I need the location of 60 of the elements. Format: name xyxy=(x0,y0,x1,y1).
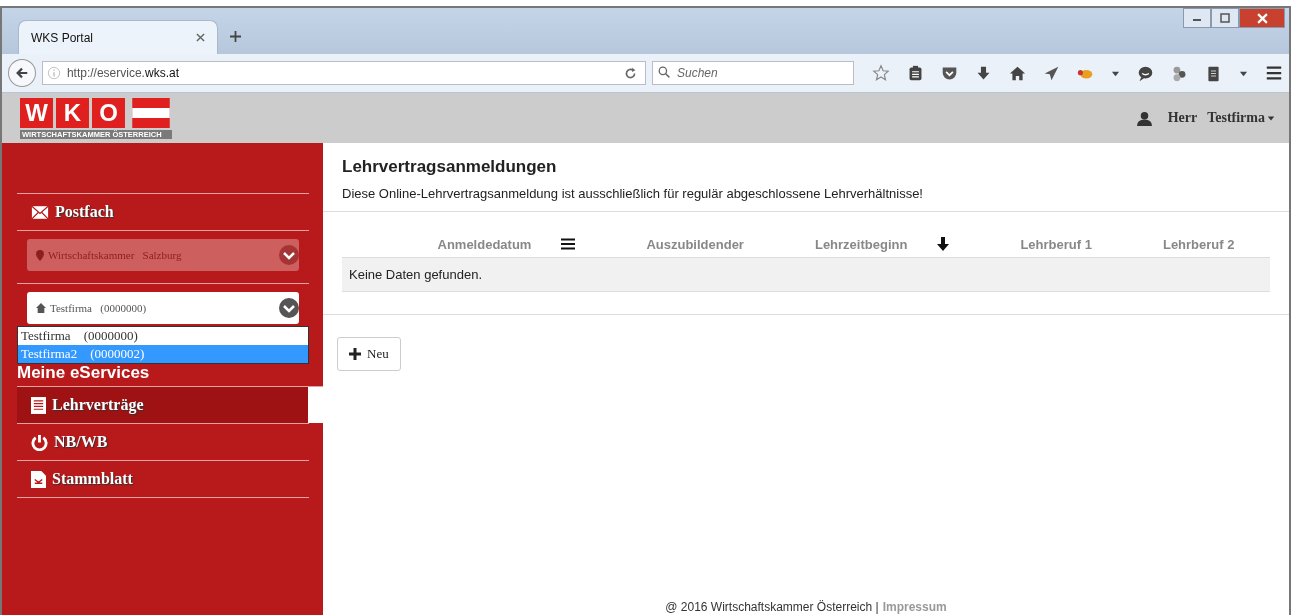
chat-icon[interactable] xyxy=(1137,64,1154,82)
copyright-text: @ 2016 Wirtschaftskammer Österreich | xyxy=(665,600,879,614)
star-icon[interactable] xyxy=(872,64,890,82)
maximize-button[interactable] xyxy=(1211,8,1239,28)
reload-icon[interactable] xyxy=(624,66,637,80)
section-title: Meine eServices xyxy=(17,364,150,384)
plus-icon xyxy=(349,348,361,360)
sidebar-item[interactable]: Stammblatt xyxy=(17,460,309,498)
column-header[interactable]: Lehrberuf 1 xyxy=(1020,236,1092,252)
company-select[interactable]: Testfirma (0000000) xyxy=(27,292,299,324)
search-field[interactable]: Suchen xyxy=(652,61,854,85)
sidebar-item[interactable]: NB/WB xyxy=(17,423,309,460)
logo-letter: W xyxy=(20,97,53,128)
arrow-down-icon[interactable] xyxy=(937,237,950,251)
paper-plane-icon[interactable] xyxy=(1043,64,1060,82)
close-icon xyxy=(1256,12,1268,24)
empty-table-message: Keine Daten gefunden. xyxy=(342,258,1270,292)
salutation: Herr xyxy=(1167,110,1198,126)
url-field[interactable]: http://eservice.wks.at xyxy=(41,61,646,85)
column-header[interactable]: Lehrzeitbeginn xyxy=(814,236,908,252)
url-text: http://eservice.wks.at xyxy=(66,66,180,80)
chevron-icon xyxy=(279,245,299,265)
notice-text: Diese Online-Lehrvertragsanmeldung ist ausschließlich für regulär abgeschlossene Lehrverhältnisse! xyxy=(342,186,924,201)
search-icon xyxy=(658,66,671,79)
home-icon xyxy=(36,303,46,313)
column-header[interactable]: Anmeldedatum xyxy=(437,236,532,252)
column-header[interactable]: Auszubildender xyxy=(646,236,744,252)
close-button[interactable] xyxy=(1239,8,1285,28)
logo-letter: O xyxy=(92,97,125,128)
sidebar-item[interactable]: Lehrverträge xyxy=(17,386,323,423)
menu-icon[interactable] xyxy=(561,238,576,250)
clipboard-icon[interactable] xyxy=(907,64,924,82)
chevron-icon xyxy=(279,298,299,318)
column-header[interactable]: Lehrberuf 2 xyxy=(1162,236,1235,252)
user-icon xyxy=(1136,110,1152,126)
minimize-button[interactable] xyxy=(1183,8,1211,28)
new-button[interactable]: Neu xyxy=(337,337,401,371)
download-icon[interactable] xyxy=(975,64,992,82)
circles-icon[interactable] xyxy=(1171,64,1188,82)
menu-icon[interactable] xyxy=(1265,64,1283,82)
caret-icon xyxy=(1267,114,1275,122)
maximize-icon xyxy=(1220,13,1230,23)
close-icon[interactable] xyxy=(196,33,205,42)
location-pin-icon xyxy=(36,249,44,261)
page-title: Lehrvertragsanmeldungen xyxy=(342,157,558,177)
home-icon[interactable] xyxy=(1009,64,1026,82)
logo-letter: K xyxy=(56,97,89,128)
back-arrow-icon xyxy=(14,66,29,80)
sidebar-item[interactable]: Postfach xyxy=(17,193,309,230)
power-icon xyxy=(31,433,48,451)
list-icon xyxy=(31,396,46,414)
browser-tab[interactable]: WKS Portal xyxy=(18,20,218,54)
document-icon[interactable] xyxy=(1205,64,1222,82)
back-button[interactable] xyxy=(8,59,36,87)
document-icon xyxy=(31,470,46,488)
dropdown-option[interactable]: Testfirma (0000000) xyxy=(18,327,308,345)
flag-icon xyxy=(130,97,172,128)
new-tab-icon[interactable] xyxy=(230,31,241,42)
user-menu[interactable]: Testfirma xyxy=(1207,110,1275,126)
envelope-icon xyxy=(31,204,49,220)
